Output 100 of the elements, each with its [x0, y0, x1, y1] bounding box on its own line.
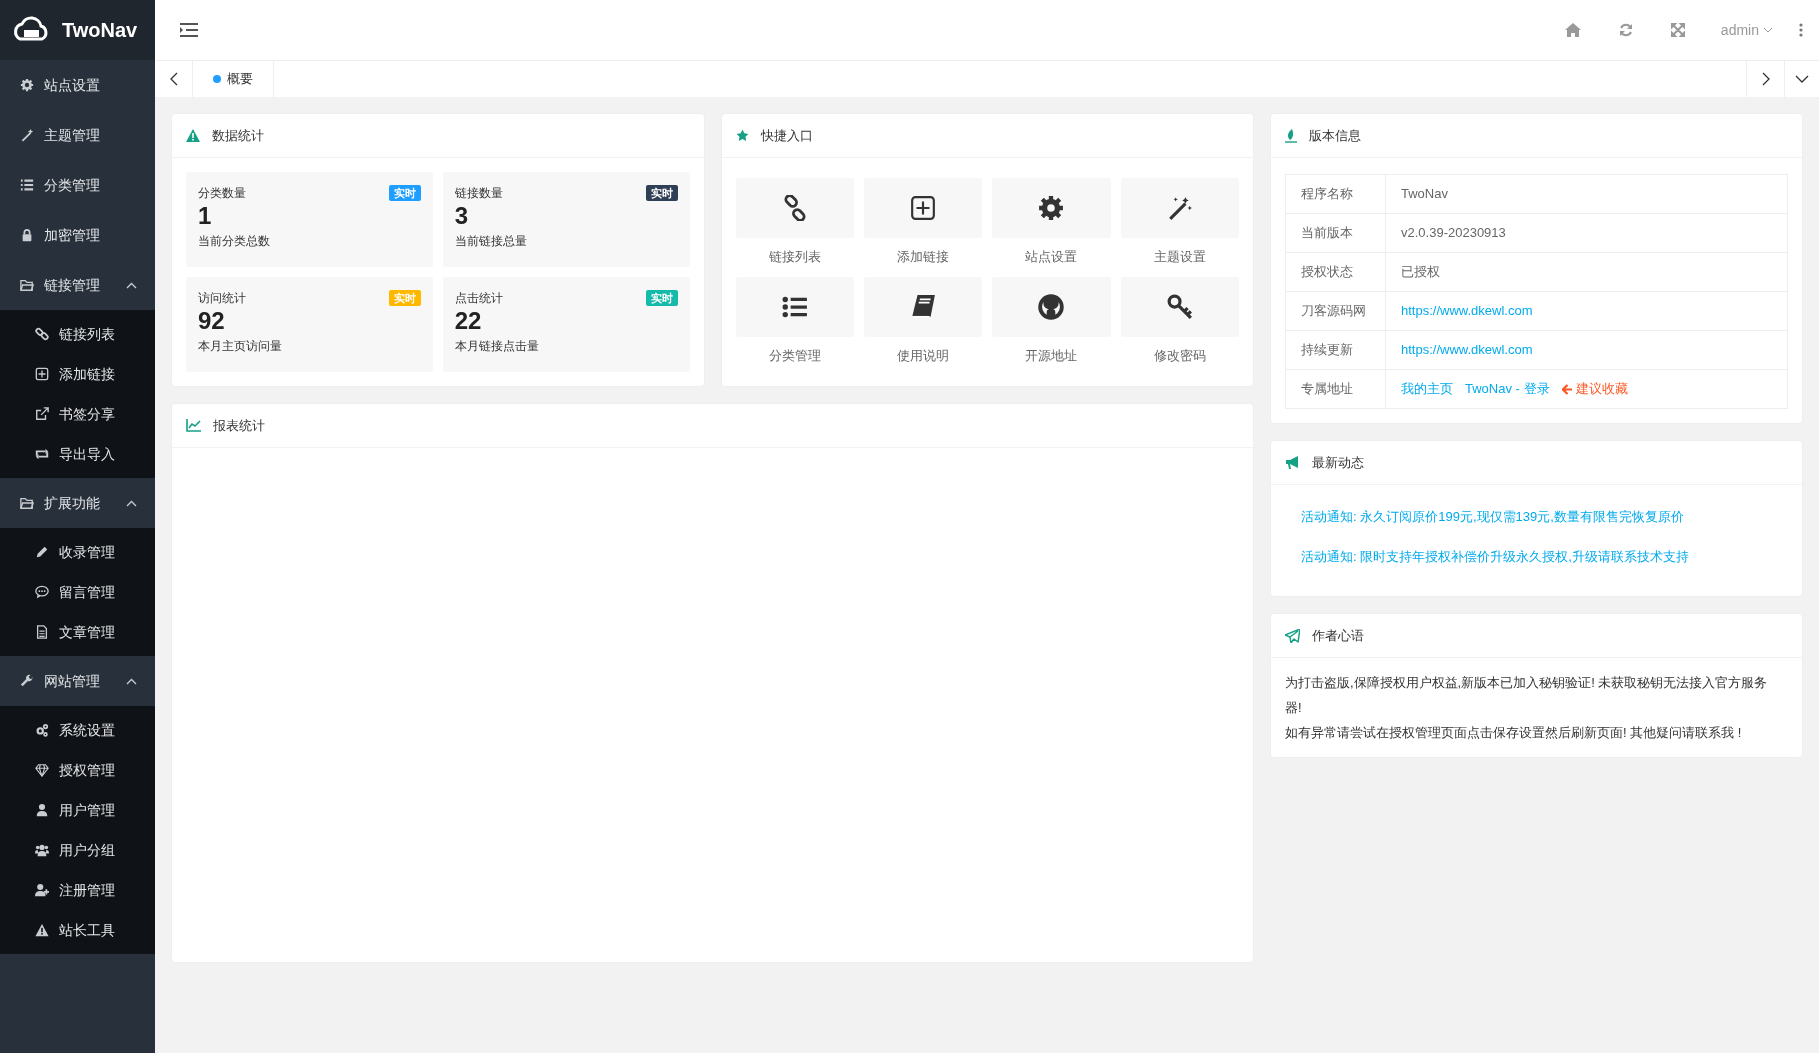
logo-text: TwoNav: [62, 18, 138, 43]
table-cell: 持续更新: [1285, 330, 1386, 370]
panel-title: 报表统计: [213, 416, 265, 435]
sidebar-subitem[interactable]: 收录管理: [0, 532, 155, 572]
magic-wand-icon: [1166, 195, 1193, 221]
realtime-badge: 实时: [645, 290, 678, 306]
sidebar-item[interactable]: 加密管理: [0, 210, 155, 260]
shortcut-label[interactable]: 主题设置: [1153, 247, 1206, 267]
document-icon: [35, 625, 49, 639]
sidebar-item[interactable]: 主题管理: [0, 110, 155, 160]
stat-label: 分类数量: [198, 185, 246, 202]
speech-bubble-icon: [35, 585, 49, 599]
table-cell: 刀客源码网: [1285, 291, 1386, 331]
sidebar-group[interactable]: 扩展功能: [0, 478, 155, 528]
plus-square-icon: [35, 367, 49, 381]
fullscreen-icon[interactable]: [1670, 23, 1685, 37]
shortcut-label[interactable]: 分类管理: [768, 345, 821, 365]
wrench-icon: [20, 674, 34, 688]
more-icon[interactable]: [1799, 23, 1803, 37]
chevron-left-icon: [169, 72, 178, 86]
user-icon: [35, 803, 49, 817]
shortcut-label[interactable]: 修改密码: [1153, 345, 1206, 365]
shortcut-tile[interactable]: [735, 276, 854, 337]
realtime-badge: 实时: [388, 290, 421, 306]
table-cell: 程序名称: [1285, 174, 1386, 214]
shortcut-label[interactable]: 链接列表: [768, 247, 821, 267]
shortcut-label[interactable]: 站点设置: [1025, 247, 1078, 267]
sidebar-group[interactable]: 网站管理: [0, 656, 155, 706]
realtime-badge: 实时: [645, 185, 678, 201]
stat-value: 1: [198, 202, 213, 230]
stat-value: 22: [454, 307, 483, 335]
pencil-icon: [35, 545, 49, 559]
warning-icon: [186, 129, 200, 142]
stat-description: 当前分类总数: [198, 233, 271, 250]
chain-link-icon: [781, 195, 808, 221]
stat-value: 3: [454, 202, 470, 230]
chain-link-icon: [35, 327, 49, 341]
sidebar-subitem[interactable]: 文章管理: [0, 612, 155, 652]
stat-value: 92: [198, 307, 226, 335]
caret-icon: [1763, 27, 1773, 33]
shortcut-tile[interactable]: [863, 178, 983, 238]
table-cell: 专属地址: [1285, 369, 1386, 409]
sidebar-subitem[interactable]: 系统设置: [0, 710, 155, 750]
magic-wand-icon: [20, 128, 34, 142]
realtime-badge: 实时: [388, 185, 421, 201]
sidebar-item[interactable]: 分类管理: [0, 160, 155, 210]
sidebar-group[interactable]: 链接管理: [0, 260, 155, 310]
paper-plane-icon: [1285, 628, 1300, 643]
bookmark-hint: 建议收藏: [1561, 379, 1628, 399]
user-plus-icon: [35, 883, 49, 897]
sidebar-subitem[interactable]: 授权管理: [0, 750, 155, 790]
shortcut-tile[interactable]: [1120, 178, 1239, 238]
sidebar-subitem[interactable]: 导出导入: [0, 434, 155, 474]
shortcut-label[interactable]: 添加链接: [897, 247, 950, 267]
plus-square-icon: [910, 195, 937, 221]
sidebar-subitem[interactable]: 留言管理: [0, 572, 155, 612]
shortcut-tile[interactable]: [992, 276, 1111, 337]
sidebar-subitem[interactable]: 链接列表: [0, 314, 155, 354]
diamond-icon: [35, 763, 49, 777]
book-icon: [910, 293, 937, 320]
panel-title: 版本信息: [1309, 126, 1361, 145]
leaf-icon: [1285, 128, 1297, 143]
swap-arrows-icon: [35, 447, 49, 461]
sidebar-subitem[interactable]: 书签分享: [0, 394, 155, 434]
warning-icon: [35, 923, 49, 937]
sidebar-subitem[interactable]: 用户管理: [0, 790, 155, 830]
author-note: 如有异常请尝试在授权管理页面点击保存设置然后刷新页面! 其他疑问请联系我 !: [1285, 724, 1743, 742]
github-icon: [1038, 293, 1065, 320]
sidebar-subitem[interactable]: 注册管理: [0, 870, 155, 910]
chevron-up-icon: [126, 677, 137, 685]
author-note: 为打击盗版,保障授权用户权益,新版本已加入秘钥验证! 未获取秘钥无法接入官方服务器!: [1285, 674, 1769, 717]
sidebar-subitem[interactable]: 站长工具: [0, 910, 155, 950]
panel-title: 数据统计: [212, 126, 264, 145]
table-cell: 当前版本: [1285, 213, 1386, 253]
version-value: v2.0.39-20230913: [1401, 224, 1506, 242]
refresh-icon[interactable]: [1618, 23, 1633, 37]
chevron-up-icon: [126, 281, 137, 289]
gear-icon: [20, 78, 34, 92]
home-icon[interactable]: [1564, 23, 1581, 37]
shortcut-label[interactable]: 开源地址: [1025, 345, 1078, 365]
users-icon: [35, 843, 49, 857]
shortcut-tile[interactable]: [735, 178, 854, 238]
line-chart-icon: [186, 419, 201, 432]
external-link-icon: [35, 407, 49, 421]
shortcut-tile[interactable]: [1120, 276, 1239, 337]
gears-icon: [35, 723, 49, 737]
shortcut-tile[interactable]: [992, 178, 1111, 238]
sidebar-item[interactable]: 站点设置: [0, 60, 155, 110]
shortcut-tile[interactable]: [863, 276, 983, 337]
stat-label: 访问统计: [198, 290, 246, 307]
gear-icon: [1038, 195, 1065, 221]
chevron-up-icon: [126, 499, 137, 507]
shortcut-label[interactable]: 使用说明: [897, 345, 950, 365]
sidebar-subitem[interactable]: 用户分组: [0, 830, 155, 870]
list-icon: [20, 178, 34, 192]
sidebar-subitem[interactable]: 添加链接: [0, 354, 155, 394]
version-value: TwoNav: [1401, 185, 1448, 203]
chevron-down-icon: [1795, 75, 1809, 83]
stat-description: 当前链接总量: [454, 233, 528, 250]
version-value: 已授权: [1401, 263, 1440, 281]
